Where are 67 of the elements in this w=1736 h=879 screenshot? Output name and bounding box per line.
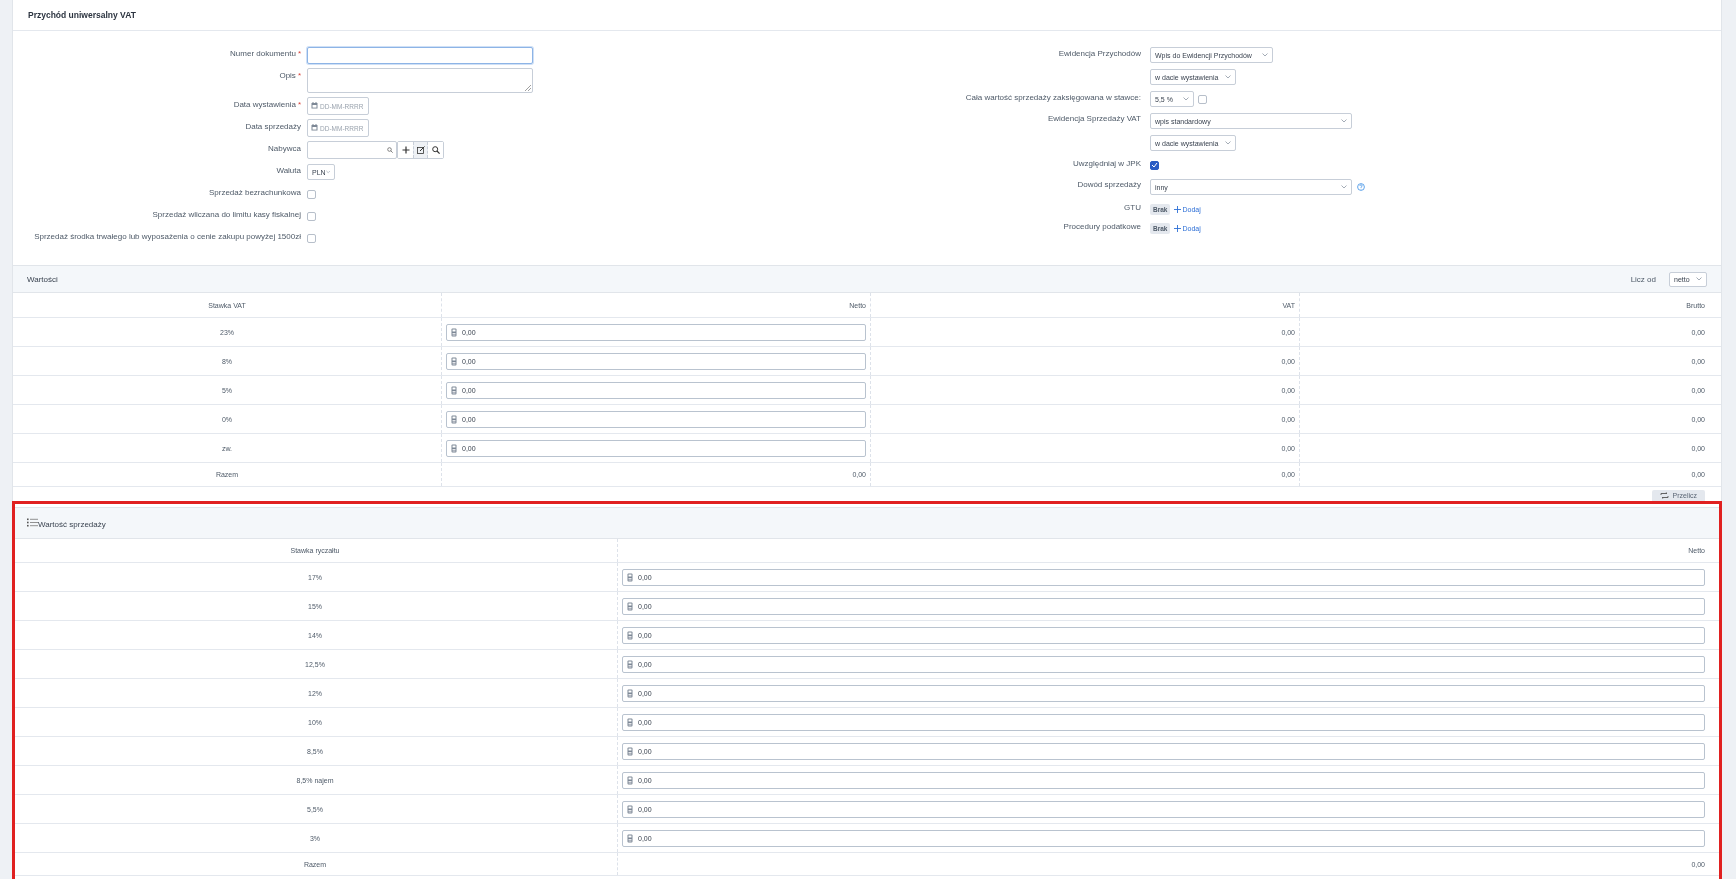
search-icon xyxy=(387,147,393,153)
chevron-down-icon xyxy=(1341,119,1347,123)
checkbox[interactable] xyxy=(1150,160,1159,170)
chevron-down-icon xyxy=(1225,75,1231,79)
field-label: Sprzedaż wliczana do limitu kasy fiskalnej xyxy=(152,210,301,219)
calendar-icon xyxy=(311,102,318,109)
field-label: GTU xyxy=(1124,203,1141,212)
chevron-down-icon xyxy=(325,170,330,174)
calculator-icon xyxy=(451,414,457,424)
section-title: Wartość sprzedaży xyxy=(38,519,106,529)
refresh-icon xyxy=(1660,492,1670,499)
text-area[interactable] xyxy=(307,68,533,93)
field-label: Licz od xyxy=(1630,274,1656,284)
list-icon xyxy=(27,517,38,527)
chevron-down-icon xyxy=(1341,185,1347,189)
checkbox[interactable] xyxy=(307,189,316,199)
checkbox[interactable] xyxy=(307,211,316,221)
calculator-icon xyxy=(627,717,633,727)
calculator-icon xyxy=(627,688,633,698)
field-label: Dowód sprzedaży xyxy=(1077,180,1141,189)
calculator-icon xyxy=(451,385,457,395)
field-label: Sprzedaż środka trwałego lub wyposażenia o cenie zakupu powyżej 1500zł xyxy=(34,232,301,241)
text-field[interactable] xyxy=(307,46,533,64)
chevron-down-icon xyxy=(1225,141,1231,145)
calculator-icon xyxy=(627,746,633,756)
calculator-icon xyxy=(627,804,633,814)
section-title: Przychód uniwersalny VAT xyxy=(28,10,136,20)
resize-handle-icon xyxy=(525,85,531,91)
calculator-icon xyxy=(451,443,457,453)
search-icon xyxy=(431,146,440,154)
edit-button[interactable] xyxy=(413,142,428,158)
plus-icon xyxy=(401,146,410,154)
field-label: Nabywca xyxy=(268,144,301,153)
calculator-icon xyxy=(627,601,633,611)
field-label: Data sprzedaży xyxy=(245,122,301,131)
field-label: Cała wartość sprzedaży zaksięgowana w stawce: xyxy=(965,93,1141,102)
checkbox[interactable] xyxy=(1198,94,1207,104)
calculator-icon xyxy=(627,659,633,669)
section-title: Wartości xyxy=(27,274,58,284)
edit-icon xyxy=(416,146,425,154)
required-mark: * xyxy=(297,71,301,80)
calculator-icon xyxy=(627,775,633,785)
chevron-down-icon xyxy=(1183,97,1189,101)
plus-icon xyxy=(1174,224,1182,232)
calendar-icon xyxy=(311,124,318,131)
field-label: Procedury podatkowe xyxy=(1063,222,1141,231)
field-label: Ewidencja Przychodów xyxy=(1058,49,1141,58)
required-mark: * xyxy=(297,100,301,109)
add-button[interactable] xyxy=(398,142,413,158)
field-label: Opis xyxy=(279,71,296,80)
search-field[interactable] xyxy=(307,141,397,159)
field-label: Data wystawienia xyxy=(233,100,296,109)
field-label: Ewidencja Sprzedaży VAT xyxy=(1047,114,1141,123)
calculator-icon xyxy=(451,356,457,366)
checkbox[interactable] xyxy=(307,233,316,243)
field-label: Uwzględniaj w JPK xyxy=(1072,159,1141,168)
chevron-down-icon xyxy=(1696,277,1702,281)
required-mark: * xyxy=(297,49,301,58)
field-label: Numer dokumentu xyxy=(230,49,296,58)
calculator-icon xyxy=(627,630,633,640)
calculator-icon xyxy=(627,833,633,843)
field-label: Sprzedaż bezrachunkowa xyxy=(208,188,301,197)
plus-icon xyxy=(1174,205,1182,213)
calculator-icon xyxy=(627,572,633,582)
chevron-down-icon xyxy=(1262,53,1268,57)
field-label: Waluta xyxy=(276,166,301,175)
calculator-icon xyxy=(451,327,457,337)
